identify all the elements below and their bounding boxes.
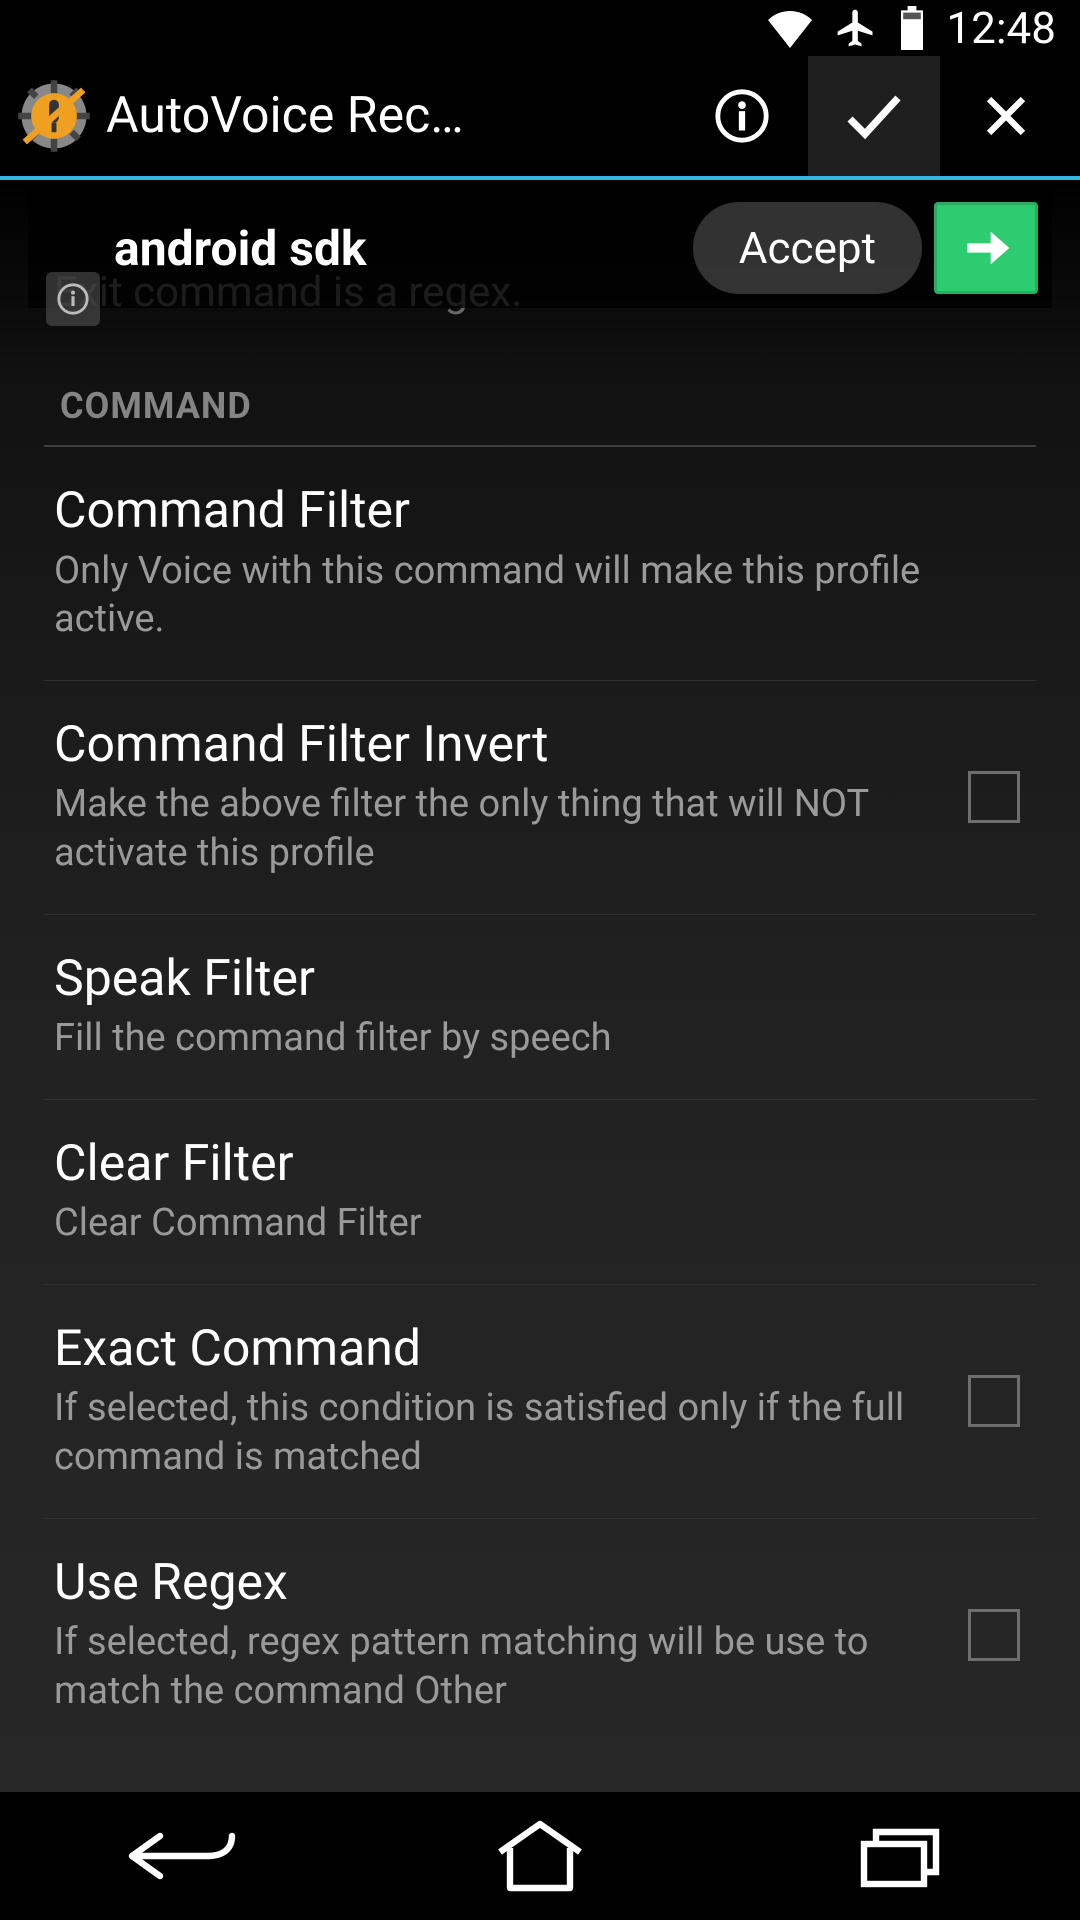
item-title: Command Filter bbox=[54, 483, 1020, 541]
item-use-regex[interactable]: Use Regex If selected, regex pattern mat… bbox=[44, 1518, 1036, 1752]
item-desc: Only Voice with this command will make t… bbox=[54, 547, 1020, 644]
ad-text: android sdk bbox=[114, 220, 681, 277]
item-clear-filter[interactable]: Clear Filter Clear Command Filter bbox=[44, 1099, 1036, 1284]
airplane-mode-icon bbox=[834, 6, 878, 50]
section-header-command: COMMAND bbox=[0, 317, 1080, 437]
recents-button[interactable] bbox=[750, 1806, 1050, 1906]
status-clock: 12:48 bbox=[946, 2, 1056, 54]
cancel-button[interactable] bbox=[940, 56, 1072, 176]
item-speak-filter[interactable]: Speak Filter Fill the command filter by … bbox=[44, 914, 1036, 1099]
navigation-bar bbox=[0, 1792, 1080, 1920]
ad-accept-button[interactable]: Accept bbox=[693, 202, 922, 294]
checkbox-exact-command[interactable] bbox=[968, 1375, 1020, 1427]
item-exact-command[interactable]: Exact Command If selected, this conditio… bbox=[44, 1284, 1036, 1518]
info-button[interactable] bbox=[676, 56, 808, 176]
item-title: Clear Filter bbox=[54, 1136, 1020, 1194]
item-title: Exact Command bbox=[54, 1321, 940, 1379]
item-desc: If selected, this condition is satisfied… bbox=[54, 1384, 940, 1481]
item-desc: Fill the command filter by speech bbox=[54, 1014, 1020, 1063]
action-bar: AutoVoice Rec… bbox=[0, 56, 1080, 176]
item-desc: If selected, regex pattern matching will… bbox=[54, 1618, 940, 1715]
main-content: Exit command is a regex. COMMAND Command… bbox=[0, 180, 1080, 1792]
confirm-button[interactable] bbox=[808, 56, 940, 176]
wifi-icon bbox=[766, 8, 814, 48]
status-bar: 12:48 bbox=[0, 0, 1080, 56]
battery-icon bbox=[898, 6, 926, 50]
item-command-filter[interactable]: Command Filter Only Voice with this comm… bbox=[0, 447, 1080, 680]
home-button[interactable] bbox=[390, 1806, 690, 1906]
page-title: AutoVoice Rec… bbox=[100, 87, 676, 145]
ad-overlay: android sdk Accept bbox=[28, 188, 1052, 308]
checkbox-command-filter-invert[interactable] bbox=[968, 771, 1020, 823]
item-title: Speak Filter bbox=[54, 951, 1020, 1009]
item-title: Command Filter Invert bbox=[54, 717, 940, 775]
back-button[interactable] bbox=[30, 1806, 330, 1906]
item-command-filter-invert[interactable]: Command Filter Invert Make the above fil… bbox=[44, 680, 1036, 914]
app-icon bbox=[8, 77, 100, 155]
ad-info-icon[interactable] bbox=[46, 272, 100, 326]
item-title: Use Regex bbox=[54, 1555, 940, 1613]
ad-go-button[interactable] bbox=[934, 202, 1038, 294]
checkbox-use-regex[interactable] bbox=[968, 1609, 1020, 1661]
item-desc: Clear Command Filter bbox=[54, 1199, 1020, 1248]
item-desc: Make the above filter the only thing tha… bbox=[54, 780, 940, 877]
